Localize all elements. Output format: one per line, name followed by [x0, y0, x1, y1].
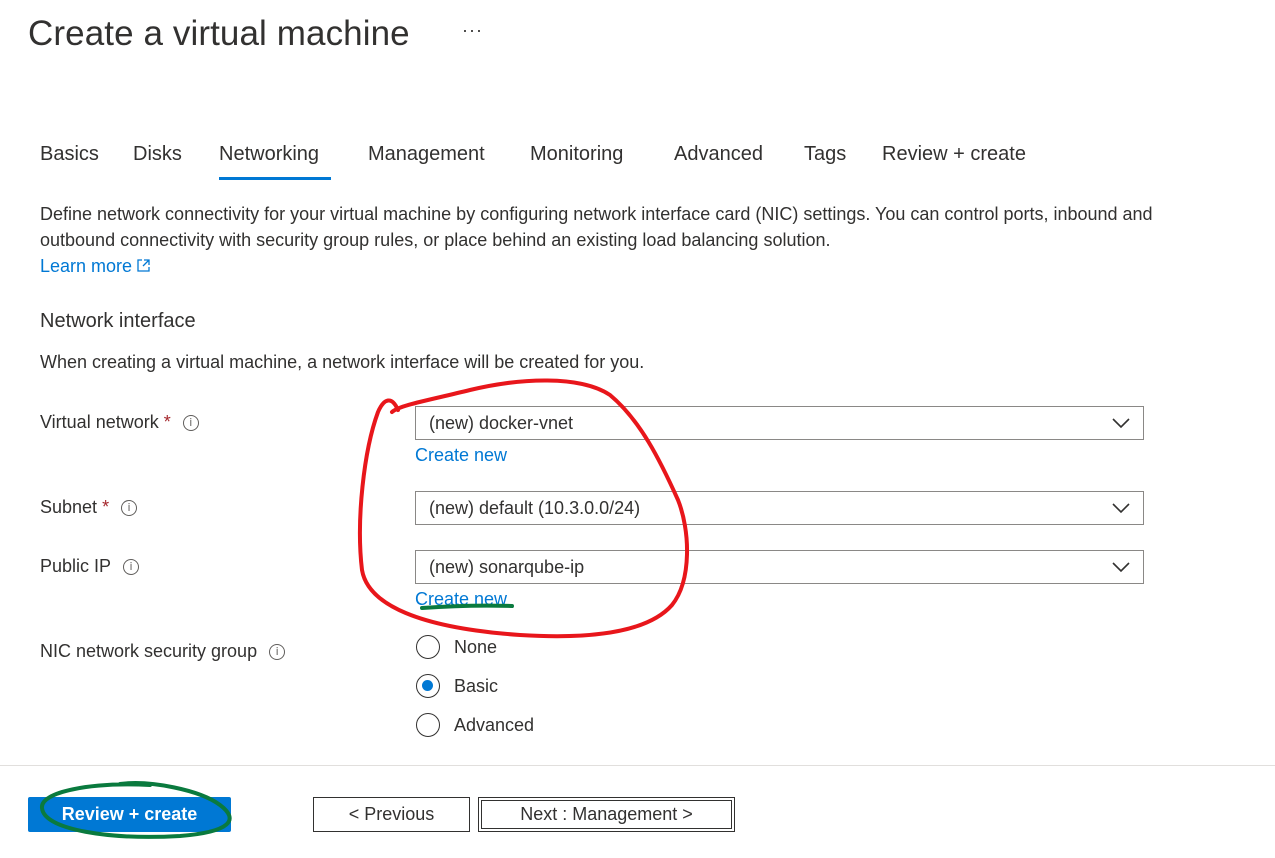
- intro-text: Define network connectivity for your vir…: [40, 204, 1153, 250]
- virtual-network-value: (new) docker-vnet: [429, 412, 574, 433]
- virtual-network-select[interactable]: (new) docker-vnet: [415, 406, 1144, 440]
- tab-management[interactable]: Management: [368, 143, 485, 166]
- tab-monitoring[interactable]: Monitoring: [530, 143, 623, 166]
- tab-networking[interactable]: Networking: [219, 143, 319, 166]
- subnet-label: Subnet * i: [40, 497, 138, 518]
- external-link-icon: [137, 259, 150, 272]
- intro-description: Define network connectivity for your vir…: [40, 201, 1220, 279]
- tab-tags[interactable]: Tags: [804, 143, 846, 166]
- nsg-label: NIC network security group i: [40, 641, 286, 662]
- radio-circle[interactable]: [416, 635, 440, 659]
- radio-label: None: [454, 636, 498, 657]
- selected-tab-indicator: [219, 177, 331, 180]
- public-ip-label-text: Public IP: [40, 556, 112, 576]
- nsg-radio-basic[interactable]: Basic: [416, 674, 498, 698]
- review-create-button[interactable]: Review + create: [28, 797, 231, 832]
- info-icon[interactable]: i: [121, 499, 138, 516]
- learn-more-label: Learn more: [40, 256, 133, 276]
- subnet-value: (new) default (10.3.0.0/24): [429, 497, 641, 518]
- chevron-down-icon: [1112, 503, 1130, 514]
- create-new-public-ip-link[interactable]: Create new: [415, 589, 507, 610]
- next-management-button[interactable]: Next : Management >: [478, 797, 735, 832]
- subnet-select[interactable]: (new) default (10.3.0.0/24): [415, 491, 1144, 525]
- radio-circle[interactable]: [416, 713, 440, 737]
- radio-label: Advanced: [454, 714, 535, 735]
- nsg-radio-advanced[interactable]: Advanced: [416, 713, 534, 737]
- previous-button[interactable]: < Previous: [313, 797, 470, 832]
- nsg-radio-none[interactable]: None: [416, 635, 497, 659]
- ellipsis-icon[interactable]: ···: [462, 20, 483, 41]
- info-icon[interactable]: i: [182, 414, 199, 431]
- required-asterisk: *: [102, 497, 110, 517]
- create-new-vnet-link[interactable]: Create new: [415, 445, 507, 466]
- chevron-down-icon: [1112, 418, 1130, 429]
- public-ip-value: (new) sonarqube-ip: [429, 556, 585, 577]
- required-asterisk: *: [163, 412, 171, 432]
- tab-disks[interactable]: Disks: [133, 143, 182, 166]
- section-title: Network interface: [40, 310, 196, 332]
- page-title: Create a virtual machine: [28, 14, 410, 53]
- nsg-label-text: NIC network security group: [40, 641, 258, 661]
- radio-label: Basic: [454, 675, 499, 696]
- radio-circle-selected[interactable]: [416, 674, 440, 698]
- info-icon[interactable]: i: [123, 558, 140, 575]
- public-ip-label: Public IP i: [40, 556, 140, 577]
- section-description: When creating a virtual machine, a netwo…: [40, 352, 645, 372]
- info-icon[interactable]: i: [269, 643, 286, 660]
- footer-divider: [0, 765, 1275, 766]
- virtual-network-label: Virtual network * i: [40, 412, 199, 433]
- tab-review-create[interactable]: Review + create: [882, 143, 1026, 166]
- virtual-network-label-text: Virtual network: [40, 412, 159, 432]
- public-ip-select[interactable]: (new) sonarqube-ip: [415, 550, 1144, 584]
- learn-more-link[interactable]: Learn more: [40, 256, 151, 276]
- subnet-label-text: Subnet: [40, 497, 98, 517]
- chevron-down-icon: [1112, 562, 1130, 573]
- tab-basics[interactable]: Basics: [40, 143, 99, 166]
- tab-advanced[interactable]: Advanced: [674, 143, 763, 166]
